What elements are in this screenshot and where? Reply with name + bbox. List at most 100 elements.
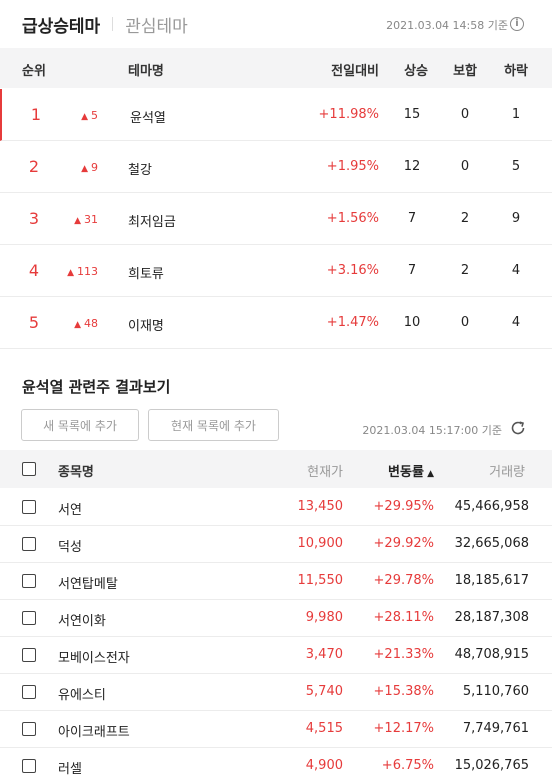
stock-table-header: 종목명 현재가 변동률 거래량 — [0, 450, 552, 488]
theme-rank: 2 — [28, 157, 40, 176]
header-down: 하락 — [504, 64, 528, 79]
theme-name: 이재명 — [128, 319, 164, 334]
theme-up-count: 7 — [407, 263, 417, 278]
stock-price: 10,900 — [297, 536, 344, 551]
header-change-pct: 전일대비 — [331, 64, 379, 79]
theme-change-pct: +1.47% — [326, 315, 379, 330]
header-up: 상승 — [404, 64, 428, 79]
stock-checkbox[interactable] — [22, 648, 36, 662]
stock-change-rate: +29.78% — [373, 573, 434, 588]
header-price[interactable]: 현재가 — [307, 461, 343, 480]
theme-up-count: 10 — [403, 315, 421, 330]
stock-price: 9,980 — [305, 610, 343, 625]
theme-change-pct: +11.98% — [318, 107, 379, 122]
stock-price: 4,900 — [305, 758, 343, 773]
tab-rising-theme[interactable]: 급상승테마 — [22, 12, 100, 37]
stock-row[interactable]: 서연탑메탈 11,550 +29.78% 18,185,617 — [0, 563, 552, 600]
stock-row[interactable]: 덕성 10,900 +29.92% 32,665,068 — [0, 526, 552, 563]
stock-row[interactable]: 모베이스전자 3,470 +21.33% 48,708,915 — [0, 637, 552, 674]
stock-price: 5,740 — [305, 684, 343, 699]
theme-row[interactable]: 5 48 이재명 +1.47% 10 0 4 — [0, 297, 552, 349]
stock-price: 3,470 — [305, 647, 343, 662]
header-theme-name: 테마명 — [128, 64, 164, 79]
stock-checkbox[interactable] — [22, 611, 36, 625]
add-to-current-list-button[interactable]: 현재 목록에 추가 — [148, 409, 279, 441]
stock-name: 덕성 — [58, 540, 82, 555]
header-stock-name: 종목명 — [58, 465, 94, 480]
related-stocks-title: 윤석열 관련주 결과보기 — [22, 378, 171, 396]
stock-name: 서연 — [58, 503, 82, 518]
stock-volume: 48,708,915 — [454, 647, 529, 662]
stock-checkbox[interactable] — [22, 722, 36, 736]
stock-price: 11,550 — [297, 573, 344, 588]
theme-name: 철강 — [128, 163, 152, 178]
stock-volume: 32,665,068 — [454, 536, 529, 551]
theme-up-count: 15 — [403, 107, 421, 122]
stock-row[interactable]: 서연 13,450 +29.95% 45,466,958 — [0, 489, 552, 526]
theme-flat-count: 0 — [460, 107, 470, 122]
theme-flat-count: 2 — [460, 263, 470, 278]
stock-row[interactable]: 러셀 4,900 +6.75% 15,026,765 — [0, 748, 552, 783]
theme-down-count: 4 — [511, 263, 521, 278]
select-all-checkbox[interactable] — [22, 462, 36, 476]
header-volume[interactable]: 거래량 — [489, 461, 525, 480]
stock-name: 서연탑메탈 — [58, 577, 118, 592]
theme-rank: 5 — [28, 313, 40, 332]
theme-row[interactable]: 3 31 최저임금 +1.56% 7 2 9 — [0, 193, 552, 245]
stock-checkbox[interactable] — [22, 500, 36, 514]
theme-down-count: 5 — [511, 159, 521, 174]
stock-volume: 28,187,308 — [454, 610, 529, 625]
theme-up-count: 12 — [403, 159, 421, 174]
theme-row[interactable]: 4 113 희토류 +3.16% 7 2 4 — [0, 245, 552, 297]
stock-change-rate: +21.33% — [373, 647, 434, 662]
rank-change: 5 — [81, 109, 98, 122]
theme-rank: 4 — [28, 261, 40, 280]
stock-row[interactable]: 아이크래프트 4,515 +12.17% 7,749,761 — [0, 711, 552, 748]
stock-name: 아이크래프트 — [58, 725, 130, 740]
header-change-rate[interactable]: 변동률 — [388, 461, 434, 480]
stock-row[interactable]: 서연이화 9,980 +28.11% 28,187,308 — [0, 600, 552, 637]
theme-change-pct: +1.56% — [326, 211, 379, 226]
theme-name: 희토류 — [128, 267, 164, 282]
rank-change: 48 — [74, 317, 98, 330]
stock-row[interactable]: 유에스티 5,740 +15.38% 5,110,760 — [0, 674, 552, 711]
theme-name: 윤석열 — [130, 111, 166, 126]
theme-flat-count: 0 — [460, 159, 470, 174]
stock-change-rate: +15.38% — [373, 684, 434, 699]
add-to-new-list-button[interactable]: 새 목록에 추가 — [21, 409, 139, 441]
stock-timestamp: 2021.03.04 15:17:00 기준 — [362, 424, 502, 437]
theme-tabs: 급상승테마 관심테마 — [22, 12, 188, 37]
theme-name: 최저임금 — [128, 215, 176, 230]
top-timestamp: 2021.03.04 14:58 기준 — [386, 19, 508, 32]
refresh-icon[interactable] — [510, 420, 526, 436]
stock-change-rate: +6.75% — [381, 758, 434, 773]
stock-volume: 18,185,617 — [454, 573, 529, 588]
stock-checkbox[interactable] — [22, 685, 36, 699]
theme-up-count: 7 — [407, 211, 417, 226]
stock-name: 모베이스전자 — [58, 651, 130, 666]
stock-checkbox[interactable] — [22, 759, 36, 773]
theme-table-header: 순위 테마명 전일대비 상승 보합 하락 — [0, 48, 552, 88]
header-flat: 보합 — [453, 64, 477, 79]
stock-change-rate: +12.17% — [373, 721, 434, 736]
tab-interest-theme[interactable]: 관심테마 — [125, 12, 188, 37]
theme-row[interactable]: 15윤석열+11.98%1501 — [0, 89, 552, 141]
stock-volume: 45,466,958 — [454, 499, 529, 514]
theme-change-pct: +3.16% — [326, 263, 379, 278]
info-icon[interactable]: i — [510, 17, 524, 31]
stock-checkbox[interactable] — [22, 574, 36, 588]
stock-checkbox[interactable] — [22, 537, 36, 551]
stock-change-rate: +29.95% — [373, 499, 434, 514]
theme-row[interactable]: 2 9 철강 +1.95% 12 0 5 — [0, 141, 552, 193]
tab-divider — [112, 17, 114, 31]
stock-volume: 5,110,760 — [462, 684, 529, 699]
theme-rank: 1 — [30, 105, 42, 124]
theme-rank: 3 — [28, 209, 40, 228]
theme-down-count: 4 — [511, 315, 521, 330]
theme-change-pct: +1.95% — [326, 159, 379, 174]
stock-name: 서연이화 — [58, 614, 106, 629]
stock-price: 4,515 — [305, 721, 343, 736]
rank-change: 113 — [67, 265, 98, 278]
header-rank: 순위 — [22, 64, 46, 79]
theme-flat-count: 2 — [460, 211, 470, 226]
